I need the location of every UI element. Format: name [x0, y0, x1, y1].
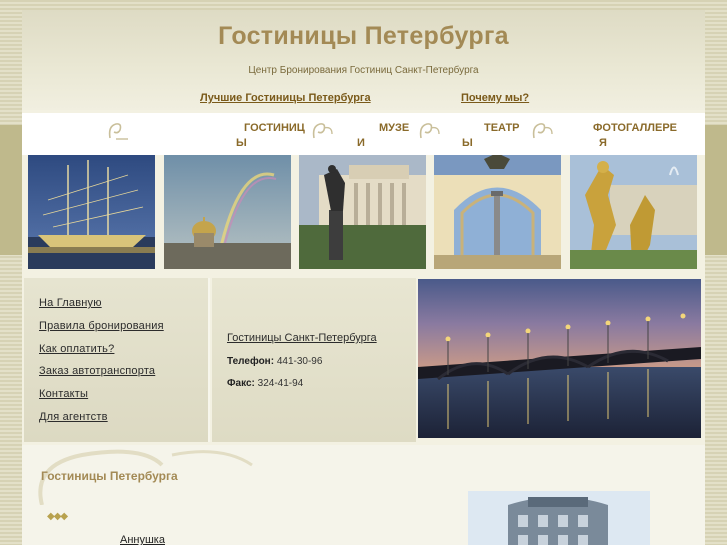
rainbow-cathedral-photo[interactable] — [164, 155, 291, 269]
left-decor-stripe — [0, 125, 22, 255]
hotel-stars: ◆◆◆ — [47, 511, 68, 522]
phone-value: 441-30-96 — [276, 356, 323, 367]
menu-contacts[interactable]: Контакты — [39, 388, 88, 400]
fax-value: 324-41-94 — [257, 378, 304, 389]
fax-label: Факс: — [227, 378, 255, 389]
site-title: Гостиницы Петербурга — [218, 22, 509, 50]
nav-photogallery[interactable]: ФОТОГАЛЛЕРЕ Я — [593, 121, 677, 151]
contact-title-link[interactable]: Гостиницы Санкт-Петербурга — [227, 332, 377, 344]
menu-home[interactable]: На Главную — [39, 297, 102, 309]
hotel-link-annushka[interactable]: Аннушка — [120, 534, 165, 545]
best-hotels-link[interactable]: Лучшие Гостиницы Петербурга — [200, 92, 371, 104]
ornament-icon — [532, 123, 553, 139]
right-decor-stripe — [705, 125, 727, 255]
nav-hotels[interactable]: ГОСТИНИЦ Ы — [236, 121, 305, 151]
page-container: Гостиницы Петербурга Центр Бронирования … — [22, 10, 705, 545]
peterhof-fountain-photo[interactable] — [570, 155, 697, 269]
ornament-icon — [108, 123, 128, 140]
bridge-night-photo — [418, 279, 701, 438]
site-subtitle: Центр Бронирования Гостиниц Санкт-Петерб… — [248, 65, 479, 76]
ornament-icon — [419, 123, 440, 139]
menu-booking-rules[interactable]: Правила бронирования — [39, 320, 164, 332]
fax-line: Факс: 324-41-94 — [227, 378, 303, 389]
hotels-section: Гостиницы Петербурга ◆◆◆ Аннушка — [22, 445, 705, 545]
side-menu: На Главную Правила бронирования Как опла… — [24, 278, 210, 442]
menu-agencies[interactable]: Для агентств — [39, 411, 108, 423]
site-header: Гостиницы Петербурга Центр Бронирования … — [22, 10, 705, 110]
sailship-photo[interactable] — [28, 155, 155, 269]
menu-how-to-pay[interactable]: Как оплатить? — [39, 343, 114, 355]
phone-line: Телефон: 441-30-96 — [227, 356, 322, 367]
pushkin-monument-photo[interactable] — [299, 155, 426, 269]
menu-transport[interactable]: Заказ автотранспорта — [39, 365, 155, 377]
ornament-icon — [312, 123, 333, 139]
why-us-link[interactable]: Почему мы? — [461, 92, 529, 104]
hotel-building-photo[interactable] — [468, 491, 650, 545]
nav-theatres[interactable]: ТЕАТР Ы — [462, 121, 520, 151]
main-nav: ГОСТИНИЦ Ы МУЗЕ И ТЕАТР Ы ФОТОГАЛЛЕРЕ Я — [22, 113, 705, 155]
nav-museums[interactable]: МУЗЕ И — [357, 121, 409, 151]
contact-panel: Гостиницы Санкт-Петербурга Телефон: 441-… — [212, 278, 416, 442]
section-title: Гостиницы Петербурга — [41, 469, 178, 483]
phone-label: Телефон: — [227, 356, 275, 367]
general-staff-arch-photo[interactable] — [434, 155, 561, 269]
